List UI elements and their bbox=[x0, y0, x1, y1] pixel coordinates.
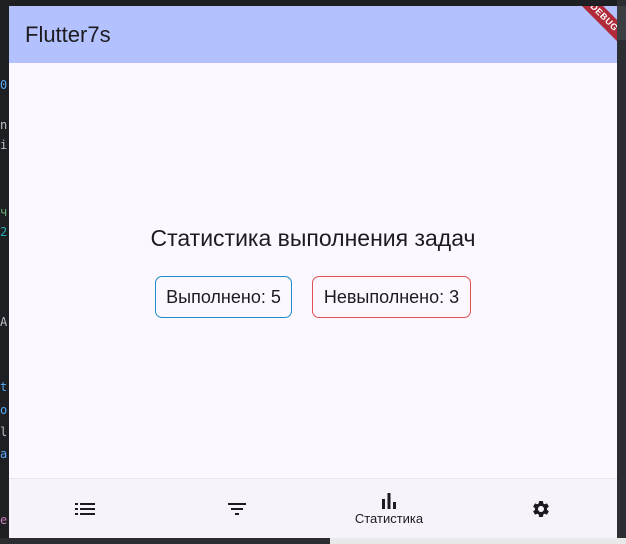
filter-icon bbox=[228, 503, 246, 515]
code-fragment: A bbox=[0, 315, 8, 329]
debug-banner: DEBUG bbox=[559, 6, 617, 62]
code-fragment: ч bbox=[0, 205, 8, 219]
bar-chart-icon bbox=[382, 492, 396, 509]
code-fragment: t bbox=[0, 380, 8, 394]
nav-item-filter[interactable] bbox=[161, 479, 313, 538]
nav-item-settings[interactable] bbox=[465, 479, 617, 538]
nav-label-statistics: Статистика bbox=[354, 510, 424, 526]
not-completed-count-badge: Невыполнено: 3 bbox=[312, 276, 471, 318]
app-bar: Flutter7s DEBUG bbox=[9, 6, 617, 63]
bottom-navigation-bar: Статистика bbox=[9, 478, 617, 538]
nav-item-statistics[interactable]: Статистика bbox=[313, 479, 465, 538]
nav-item-tasks[interactable] bbox=[9, 479, 161, 538]
statistics-heading: Статистика выполнения задач bbox=[150, 225, 476, 251]
code-fragment: 2 bbox=[0, 225, 8, 239]
statistics-screen: Статистика выполнения задач Выполнено: 5… bbox=[9, 63, 617, 478]
ide-bottom-strip bbox=[0, 538, 626, 544]
code-fragment: n bbox=[0, 118, 8, 132]
code-fragment: o bbox=[0, 403, 8, 417]
code-fragment: 0 bbox=[0, 78, 8, 92]
code-fragment: a bbox=[0, 447, 8, 461]
code-fragment: e bbox=[0, 513, 8, 527]
app-window: Flutter7s DEBUG Статистика выполнения за… bbox=[9, 6, 617, 538]
ide-side-panel bbox=[617, 0, 626, 544]
gear-icon bbox=[533, 501, 549, 517]
list-icon bbox=[75, 503, 95, 515]
app-title: Flutter7s bbox=[25, 22, 111, 47]
code-fragment: i bbox=[0, 138, 8, 152]
code-fragment: l bbox=[0, 425, 8, 439]
completed-count-badge: Выполнено: 5 bbox=[155, 276, 292, 318]
